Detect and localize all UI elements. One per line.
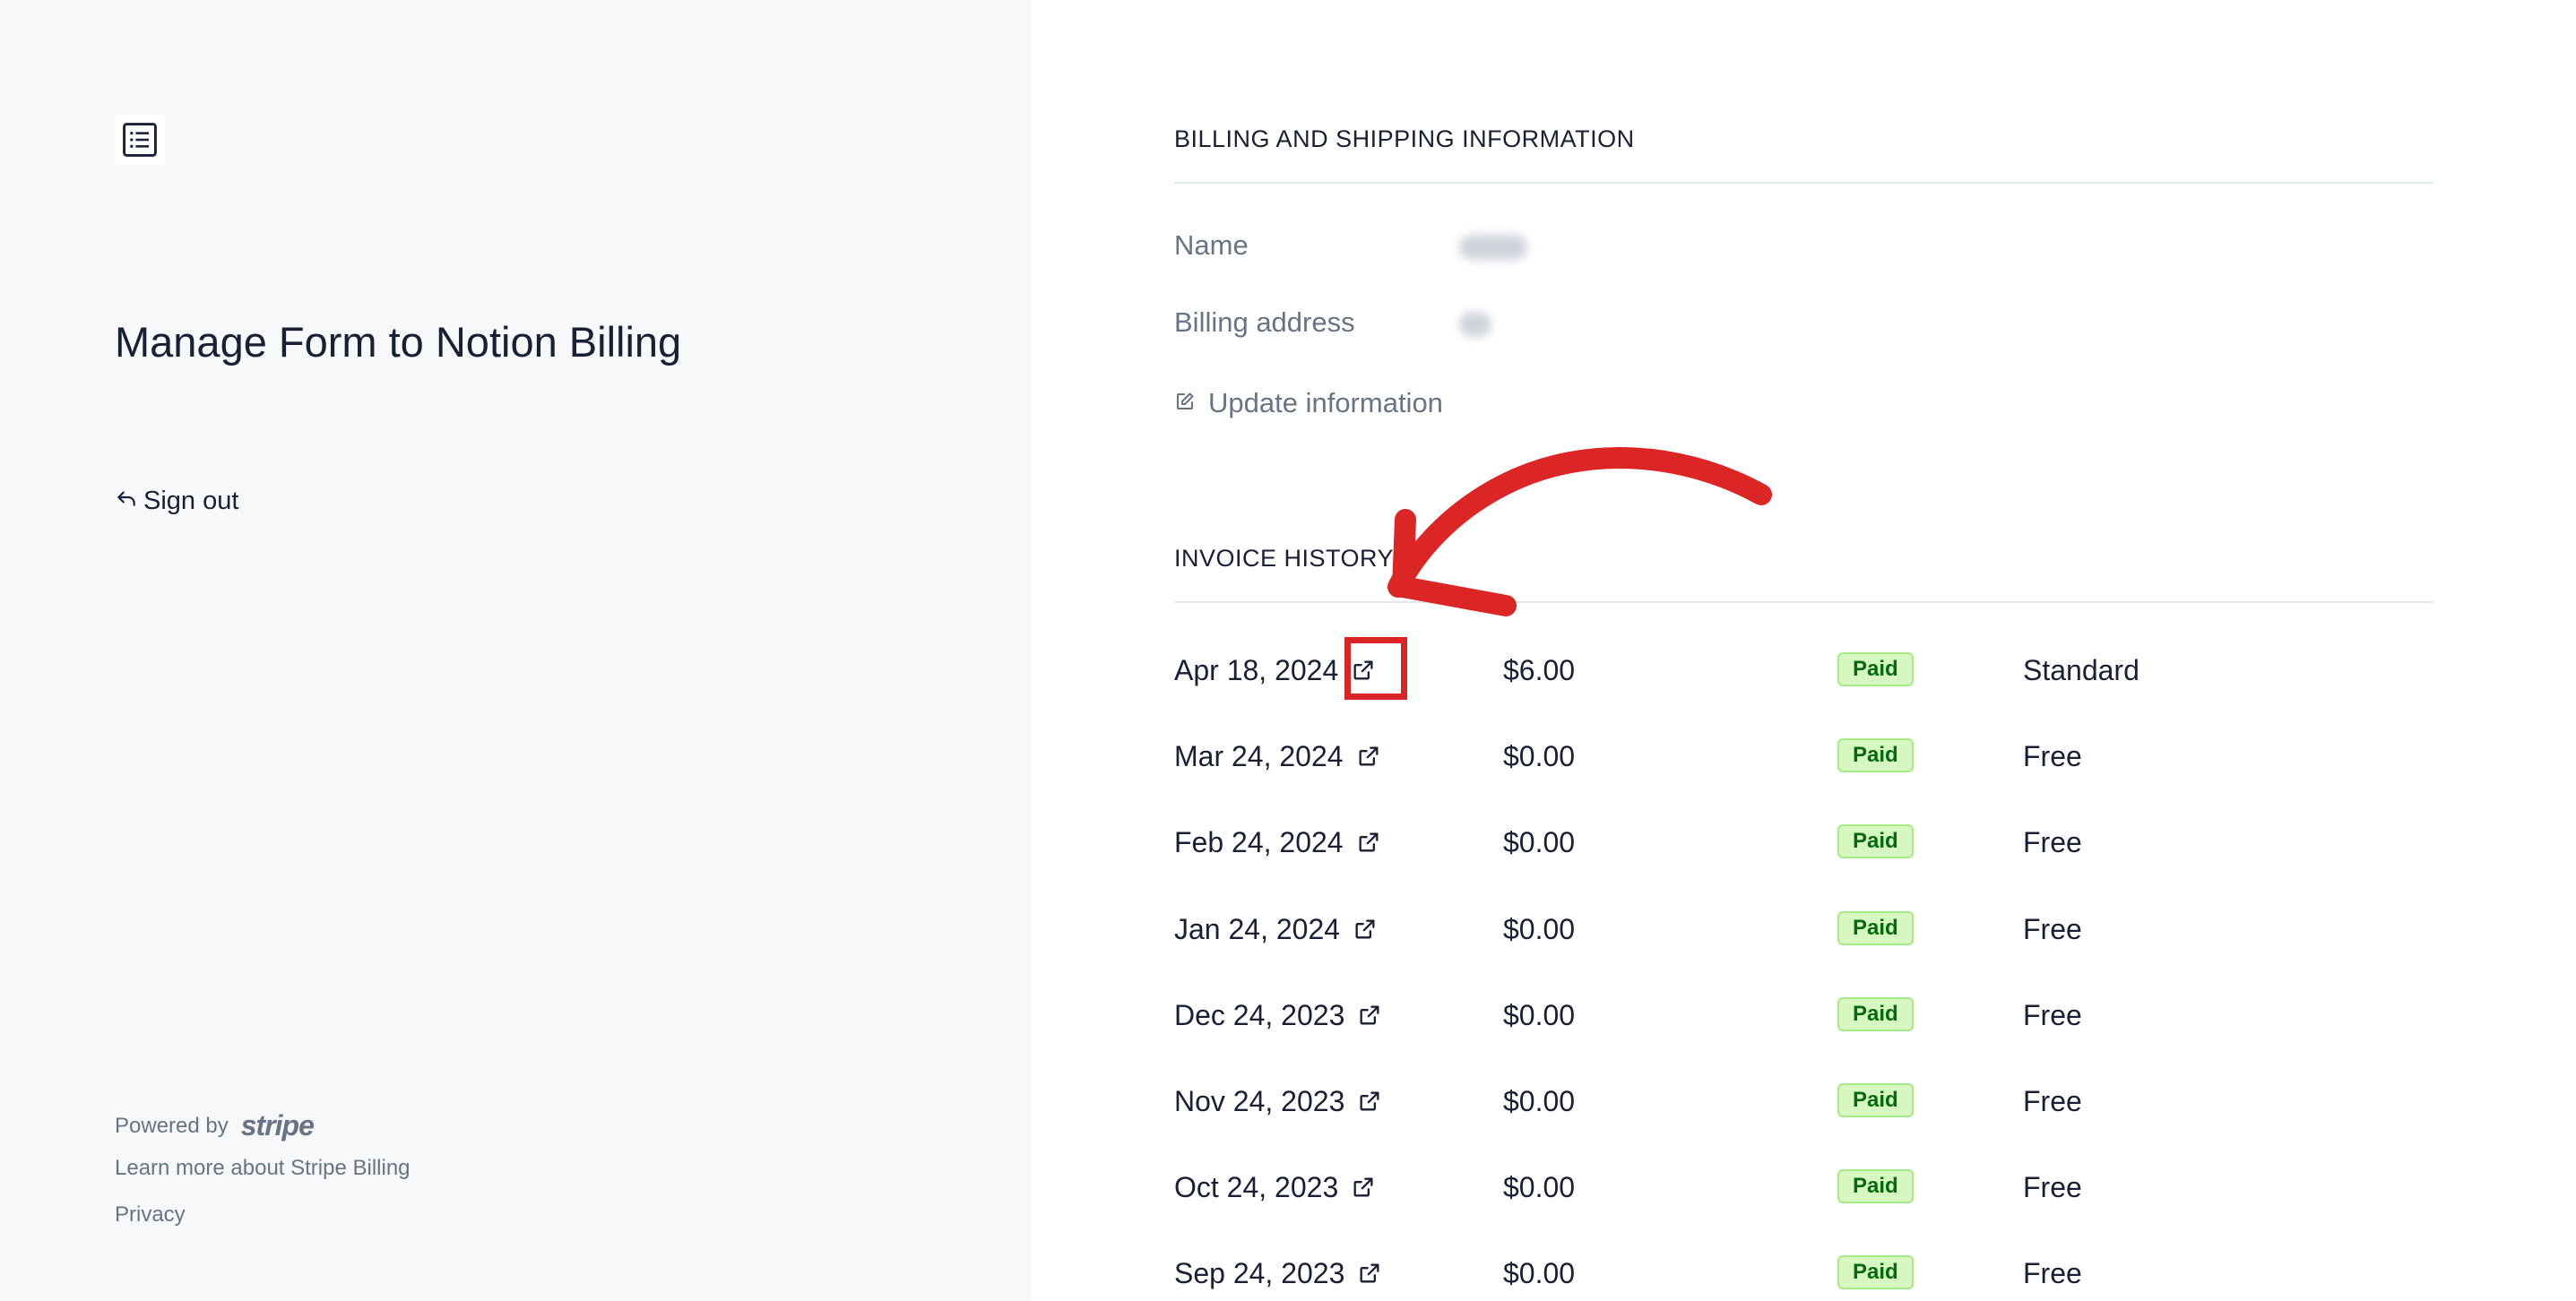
invoice-date-label: Sep 24, 2023 — [1174, 1257, 1345, 1290]
invoice-date-label: Mar 24, 2024 — [1174, 740, 1344, 773]
status-badge: Paid — [1837, 824, 1914, 859]
status-badge: Paid — [1837, 996, 1914, 1031]
invoice-row: Mar 24, 2024 $0.00 Paid Free — [1174, 728, 2433, 814]
invoice-plan: Free — [2023, 1171, 2082, 1204]
invoice-history-heading: INVOICE HISTORY — [1174, 545, 1395, 572]
invoice-amount: $0.00 — [1503, 912, 1576, 945]
billing-address-label: Billing address — [1174, 306, 1355, 338]
external-link-icon[interactable] — [1355, 1001, 1384, 1030]
status-badge: Paid — [1837, 1255, 1914, 1290]
update-information-label: Update information — [1208, 387, 1443, 418]
document-list-icon — [115, 115, 165, 165]
billing-address-value-redacted — [1459, 312, 1491, 337]
powered-by: Powered by stripe — [115, 1109, 315, 1142]
invoice-date-label: Oct 24, 2023 — [1174, 1171, 1339, 1204]
invoice-row: Sep 24, 2023 $0.00 Paid Free — [1174, 1245, 2433, 1301]
name-value-redacted — [1459, 235, 1527, 260]
invoice-amount: $0.00 — [1503, 740, 1576, 773]
invoice-plan: Free — [2023, 1257, 2082, 1290]
invoice-row: Dec 24, 2023 $0.00 Paid Free — [1174, 987, 2433, 1073]
invoice-plan: Free — [2023, 912, 2082, 945]
highlight-box — [1344, 637, 1407, 700]
invoice-date: Nov 24, 2023 — [1174, 1073, 1384, 1130]
billing-heading: BILLING AND SHIPPING INFORMATION — [1174, 125, 1635, 152]
invoice-date-label: Apr 18, 2024 — [1174, 654, 1339, 686]
invoice-divider — [1174, 601, 2433, 603]
invoice-date: Oct 24, 2023 — [1174, 1159, 1378, 1216]
status-badge: Paid — [1837, 1169, 1914, 1204]
status-badge: Paid — [1837, 652, 1914, 686]
invoice-plan: Free — [2023, 998, 2082, 1031]
invoice-plan: Free — [2023, 826, 2082, 859]
invoice-date: Jan 24, 2024 — [1174, 900, 1379, 958]
external-link-icon[interactable] — [1349, 1173, 1378, 1202]
sidebar: Manage Form to Notion Billing Sign out P… — [0, 0, 1031, 1301]
stripe-logo[interactable]: stripe — [241, 1109, 315, 1142]
powered-by-label: Powered by — [115, 1113, 229, 1138]
invoice-row: Oct 24, 2023 $0.00 Paid Free — [1174, 1159, 2433, 1245]
status-badge: Paid — [1837, 910, 1914, 945]
learn-more-link[interactable]: Learn more about Stripe Billing — [115, 1156, 411, 1181]
privacy-link[interactable]: Privacy — [115, 1202, 186, 1228]
invoice-plan: Free — [2023, 740, 2082, 773]
invoice-amount: $0.00 — [1503, 1085, 1576, 1117]
main-content: BILLING AND SHIPPING INFORMATION Name Bi… — [1031, 0, 2576, 1301]
external-link-icon[interactable] — [1351, 915, 1379, 943]
invoice-date: Sep 24, 2023 — [1174, 1245, 1384, 1301]
billing-divider — [1174, 182, 2433, 184]
status-badge: Paid — [1837, 1083, 1914, 1117]
sign-out-arrow-icon — [115, 486, 138, 516]
update-information-button[interactable]: Update information — [1174, 387, 1443, 419]
name-label: Name — [1174, 229, 1249, 261]
invoice-amount: $6.00 — [1503, 654, 1576, 686]
invoice-date-label: Jan 24, 2024 — [1174, 912, 1341, 945]
sign-out-label: Sign out — [143, 486, 239, 515]
invoice-date-label: Dec 24, 2023 — [1174, 998, 1345, 1031]
invoice-amount: $0.00 — [1503, 1257, 1576, 1290]
invoice-row: Nov 24, 2023 $0.00 Paid Free — [1174, 1073, 2433, 1159]
edit-icon — [1174, 387, 1196, 419]
status-badge: Paid — [1837, 738, 1914, 773]
page-title: Manage Form to Notion Billing — [115, 318, 682, 366]
invoice-date-label: Nov 24, 2023 — [1174, 1085, 1345, 1117]
invoice-plan: Free — [2023, 1085, 2082, 1117]
external-link-icon[interactable] — [1354, 742, 1383, 771]
invoice-row: Feb 24, 2024 $0.00 Paid Free — [1174, 814, 2433, 900]
external-link-icon[interactable] — [1355, 1259, 1384, 1288]
invoice-amount: $0.00 — [1503, 826, 1576, 859]
invoice-date: Dec 24, 2023 — [1174, 987, 1384, 1044]
invoice-amount: $0.00 — [1503, 998, 1576, 1031]
invoice-plan: Standard — [2023, 654, 2139, 686]
sign-out-button[interactable]: Sign out — [115, 486, 238, 516]
invoice-date: Feb 24, 2024 — [1174, 814, 1383, 871]
external-link-icon[interactable] — [1354, 828, 1383, 857]
invoice-date: Mar 24, 2024 — [1174, 728, 1383, 785]
invoice-row: Jan 24, 2024 $0.00 Paid Free — [1174, 900, 2433, 987]
invoice-date-label: Feb 24, 2024 — [1174, 826, 1344, 859]
invoice-amount: $0.00 — [1503, 1171, 1576, 1204]
external-link-icon[interactable] — [1355, 1087, 1384, 1116]
